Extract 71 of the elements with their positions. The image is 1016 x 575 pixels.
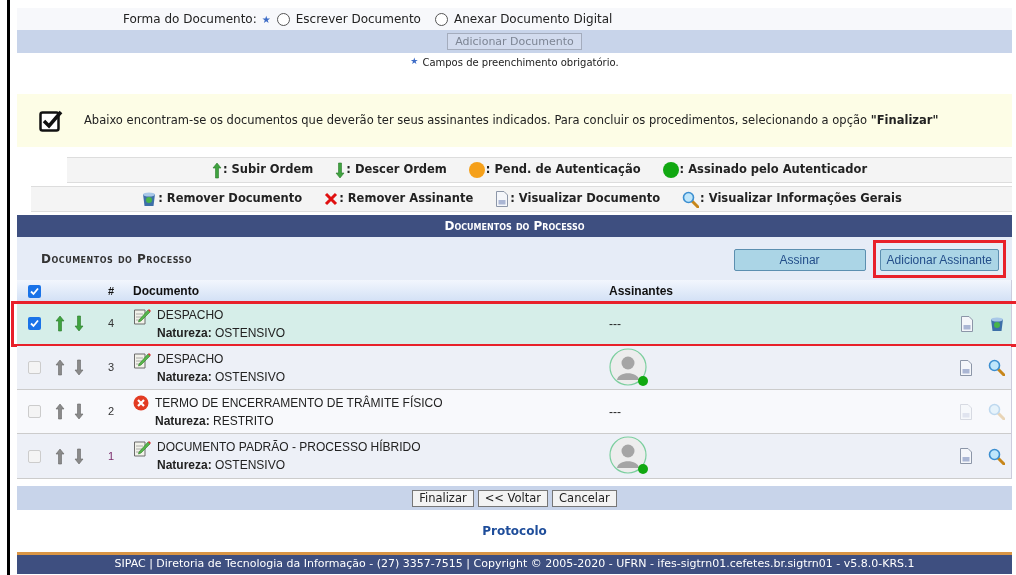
footer-button[interactable]: << Voltar — [477, 489, 549, 507]
search-icon[interactable] — [988, 447, 1005, 465]
required-note: Campos de preenchimento obrigatório. — [422, 55, 619, 70]
down-arrow-icon[interactable] — [74, 447, 84, 465]
document-icon — [495, 191, 510, 207]
document-nature: Natureza: OSTENSIVO — [157, 324, 286, 342]
radio-option[interactable]: Anexar Documento Digital — [434, 10, 613, 28]
up-arrow-icon[interactable] — [55, 447, 65, 465]
trash-icon[interactable] — [989, 315, 1005, 332]
document-title: TERMO DE ENCERRAMENTO DE TRÂMITE FÍSICO — [155, 394, 443, 412]
legend-label: : Remover Assinante — [339, 190, 474, 208]
down-arrow-icon[interactable] — [74, 403, 84, 420]
required-mark: ★ — [410, 55, 419, 69]
panel-title: Documentos do Processo — [17, 215, 1012, 237]
row-number: 3 — [108, 360, 116, 376]
row-number: 2 — [108, 404, 116, 420]
document-icon[interactable] — [960, 315, 974, 332]
column-header: Assinantes — [609, 283, 674, 300]
signer-text: --- — [609, 403, 621, 421]
footer-button[interactable]: Cancelar — [552, 489, 617, 507]
up-arrow-icon[interactable] — [55, 403, 65, 420]
up-arrow-icon[interactable] — [55, 359, 65, 376]
legend-label: : Descer Ordem — [346, 161, 447, 179]
document-title: DESPACHO — [157, 350, 225, 368]
legend-label: : Subir Ordem — [222, 161, 314, 179]
down-arrow-icon[interactable] — [74, 359, 84, 376]
legend-label: : Assinado pelo Autenticador — [679, 161, 868, 179]
document-icon[interactable] — [959, 448, 973, 464]
edit-document-icon — [133, 306, 151, 325]
field-label: Forma do Documento: — [123, 11, 257, 28]
checkbox-icon — [39, 108, 63, 133]
checkbox[interactable] — [28, 361, 41, 374]
document-title: DESPACHO — [157, 306, 225, 324]
column-header: Documento — [133, 283, 199, 300]
toolbar-button[interactable]: Assinar — [733, 248, 866, 271]
search-icon[interactable] — [988, 359, 1005, 376]
legend-label: : Remover Documento — [158, 190, 303, 208]
radio-option[interactable]: Escrever Documento — [276, 10, 421, 28]
checkbox[interactable] — [28, 405, 41, 418]
checkbox[interactable] — [28, 449, 41, 463]
legend-label: : Visualizar Informações Gerais — [700, 190, 902, 208]
trash-icon — [141, 191, 158, 207]
edit-document-icon — [133, 350, 151, 369]
checkbox[interactable] — [28, 317, 41, 330]
signer-text: --- — [609, 315, 621, 333]
edit-document-icon — [133, 439, 151, 457]
document-nature: Natureza: OSTENSIVO — [157, 457, 287, 474]
checkbox[interactable] — [28, 284, 41, 298]
legend-label: : Pend. de Autenticação — [485, 161, 641, 179]
up-arrow-icon — [211, 161, 222, 179]
column-header: # — [108, 283, 115, 299]
toolbar-button[interactable]: Adicionar Assinante — [879, 248, 999, 271]
document-nature: Natureza: OSTENSIVO — [157, 368, 286, 386]
row-number: 4 — [108, 316, 116, 332]
document-title: DOCUMENTO PADRÃO - PROCESSO HÍBRIDO — [157, 438, 421, 456]
legend-label: : Visualizar Documento — [510, 190, 661, 208]
up-arrow-icon[interactable] — [55, 315, 65, 332]
notice-text: Abaixo encontram-se os documentos que deverão ter seus assinantes indicados. Para concluir os procedimentos, selecionando a opção "Finalizar" — [84, 111, 939, 129]
close-icon — [324, 192, 339, 206]
error-icon — [133, 394, 149, 411]
search-icon — [682, 190, 700, 208]
document-icon[interactable] — [959, 359, 973, 376]
required-mark: ★ — [261, 12, 271, 27]
row-number: 1 — [108, 448, 116, 464]
panel-subtitle: Documentos do Processo — [41, 250, 193, 268]
footer-button[interactable]: Finalizar — [412, 489, 474, 507]
down-arrow-icon — [335, 161, 346, 179]
status-bar: SIPAC | Diretoria de Tecnologia da Informação - (27) 3357-7515 | Copyright © 2005-2020 - UFRN - ifes-sigtrn01.cefetes.br.sigtrn01 - v5.8.0-KRS.1 — [17, 552, 1012, 574]
down-arrow-icon[interactable] — [74, 315, 84, 332]
module-link[interactable]: Protocolo — [482, 522, 547, 540]
document-nature: Natureza: RESTRITO — [155, 412, 275, 430]
